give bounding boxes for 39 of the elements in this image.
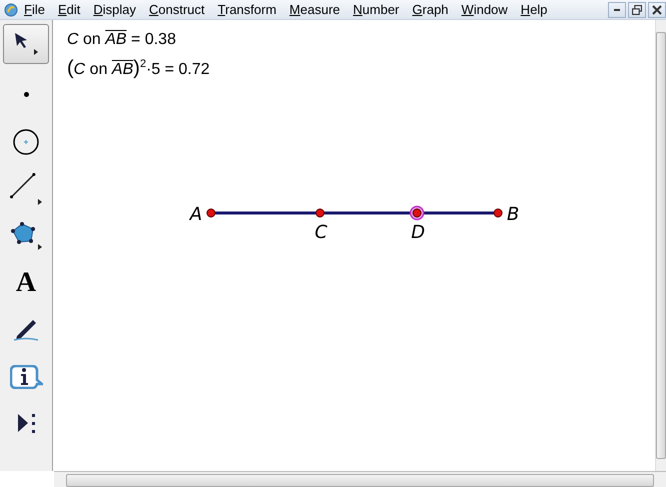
minimize-icon (614, 8, 620, 10)
point-label: D (411, 222, 425, 243)
horizontal-scrollbar[interactable] (54, 471, 666, 487)
measurement-text[interactable]: C on AB = 0.38 (67, 31, 176, 49)
menu-item[interactable]: Window (461, 2, 508, 17)
restore-button[interactable] (628, 2, 646, 18)
play-dots-icon (16, 413, 36, 434)
vertical-scrollbar[interactable] (655, 20, 666, 471)
menu-item[interactable]: File (24, 2, 45, 17)
close-button[interactable] (648, 2, 666, 18)
information-icon (10, 364, 42, 388)
point-label: B (506, 204, 520, 225)
menu-item[interactable]: Construct (149, 2, 205, 17)
menu-item[interactable]: Measure (289, 2, 340, 17)
close-icon (652, 4, 662, 14)
menu-item[interactable]: Edit (58, 2, 80, 17)
minimize-button[interactable] (608, 2, 626, 18)
point[interactable] (412, 208, 422, 218)
point-label: C (314, 222, 328, 243)
point[interactable] (494, 208, 502, 218)
pen-icon (13, 318, 39, 340)
menu-item[interactable]: Transform (218, 2, 276, 17)
polygon-icon (10, 220, 42, 250)
point-icon (22, 91, 30, 98)
menu-item[interactable]: Graph (412, 2, 448, 17)
point[interactable] (316, 208, 324, 218)
app-logo-icon[interactable] (4, 2, 18, 16)
tool-button[interactable] (3, 24, 49, 64)
tool-button[interactable]: A (3, 259, 49, 306)
line-segment-icon (9, 172, 43, 206)
circle-icon (13, 128, 39, 154)
menu-item[interactable]: Help (520, 2, 548, 17)
restore-icon (632, 4, 642, 14)
menu-item[interactable]: Display (93, 2, 136, 17)
menu-item[interactable]: Number (353, 2, 400, 17)
arrow-pointer-icon (14, 32, 38, 56)
point[interactable] (206, 208, 216, 218)
measurement-text[interactable]: (C on AB)$^{2}$·5 = 0.72 (67, 58, 210, 79)
point-label: A (190, 204, 202, 225)
